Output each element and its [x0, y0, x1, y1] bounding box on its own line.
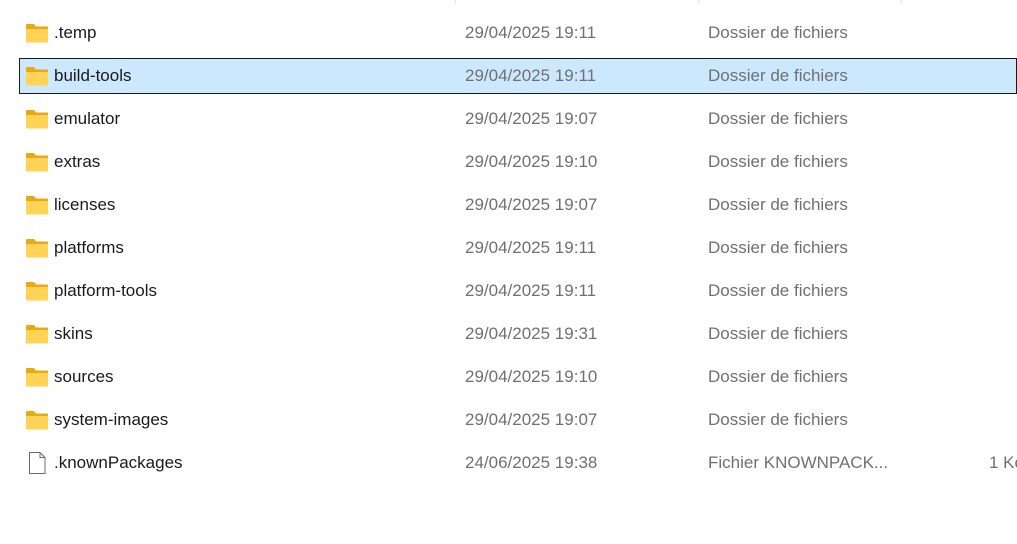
file-name: skins	[54, 324, 93, 343]
list-item[interactable]: extras 29/04/2025 19:10 Dossier de fichi…	[19, 144, 1017, 180]
list-item[interactable]: system-images 29/04/2025 19:07 Dossier d…	[19, 402, 1017, 438]
file-date-modified: 29/04/2025 19:07	[465, 195, 598, 214]
file-date-modified: 29/04/2025 19:31	[465, 324, 598, 343]
file-name: extras	[54, 152, 101, 171]
folder-icon	[25, 108, 49, 130]
column-separator[interactable]	[901, 0, 902, 4]
folder-icon	[25, 280, 49, 302]
column-separator[interactable]	[698, 0, 699, 4]
file-date-modified: 29/04/2025 19:11	[465, 66, 597, 85]
list-item[interactable]: platforms 29/04/2025 19:11 Dossier de fi…	[19, 230, 1017, 266]
file-date-modified: 29/04/2025 19:10	[465, 152, 598, 171]
file-date-modified: 29/04/2025 19:11	[465, 23, 597, 42]
folder-icon	[25, 366, 49, 388]
file-name: platform-tools	[54, 281, 157, 300]
file-name: build-tools	[54, 66, 132, 85]
file-type: Dossier de fichiers	[708, 281, 848, 300]
file-type: Dossier de fichiers	[708, 324, 848, 343]
file-name: platforms	[54, 238, 124, 257]
folder-icon	[25, 65, 49, 87]
file-name: .temp	[54, 23, 97, 42]
file-name: licenses	[54, 195, 116, 214]
file-date-modified: 29/04/2025 19:11	[465, 281, 597, 300]
list-item[interactable]: .temp 29/04/2025 19:11 Dossier de fichie…	[19, 15, 1017, 51]
file-date-modified: 29/04/2025 19:07	[465, 109, 598, 128]
list-item[interactable]: emulator 29/04/2025 19:07 Dossier de fic…	[19, 101, 1017, 137]
file-type: Dossier de fichiers	[708, 367, 848, 386]
folder-icon	[25, 323, 49, 345]
folder-icon	[25, 237, 49, 259]
list-item[interactable]: skins 29/04/2025 19:31 Dossier de fichie…	[19, 316, 1017, 352]
file-date-modified: 29/04/2025 19:10	[465, 367, 598, 386]
file-date-modified: 29/04/2025 19:11	[465, 238, 597, 257]
file-type: Dossier de fichiers	[708, 23, 848, 42]
file-name: system-images	[54, 410, 169, 429]
file-type: Dossier de fichiers	[708, 66, 848, 85]
file-date-modified: 29/04/2025 19:07	[465, 410, 598, 429]
folder-icon	[25, 151, 49, 173]
list-item[interactable]: .knownPackages 24/06/2025 19:38 Fichier …	[19, 445, 1017, 481]
file-type: Dossier de fichiers	[708, 195, 848, 214]
file-icon	[25, 452, 49, 474]
folder-icon	[25, 194, 49, 216]
file-type: Dossier de fichiers	[708, 109, 848, 128]
file-name: sources	[54, 367, 114, 386]
column-separator[interactable]	[455, 0, 456, 4]
folder-icon	[25, 409, 49, 431]
file-date-modified: 24/06/2025 19:38	[465, 453, 598, 472]
file-size: 1 Ko	[989, 453, 1017, 472]
list-item[interactable]: platform-tools 29/04/2025 19:11 Dossier …	[19, 273, 1017, 309]
file-type: Fichier KNOWNPACK...	[708, 453, 889, 472]
file-type: Dossier de fichiers	[708, 152, 848, 171]
file-list: .temp 29/04/2025 19:11 Dossier de fichie…	[0, 0, 1017, 544]
folder-icon	[25, 22, 49, 44]
list-item[interactable]: sources 29/04/2025 19:10 Dossier de fich…	[19, 359, 1017, 395]
file-name: .knownPackages	[54, 453, 183, 472]
list-item[interactable]: build-tools 29/04/2025 19:11 Dossier de …	[19, 58, 1017, 94]
file-type: Dossier de fichiers	[708, 410, 848, 429]
list-item[interactable]: licenses 29/04/2025 19:07 Dossier de fic…	[19, 187, 1017, 223]
file-name: emulator	[54, 109, 121, 128]
file-type: Dossier de fichiers	[708, 238, 848, 257]
